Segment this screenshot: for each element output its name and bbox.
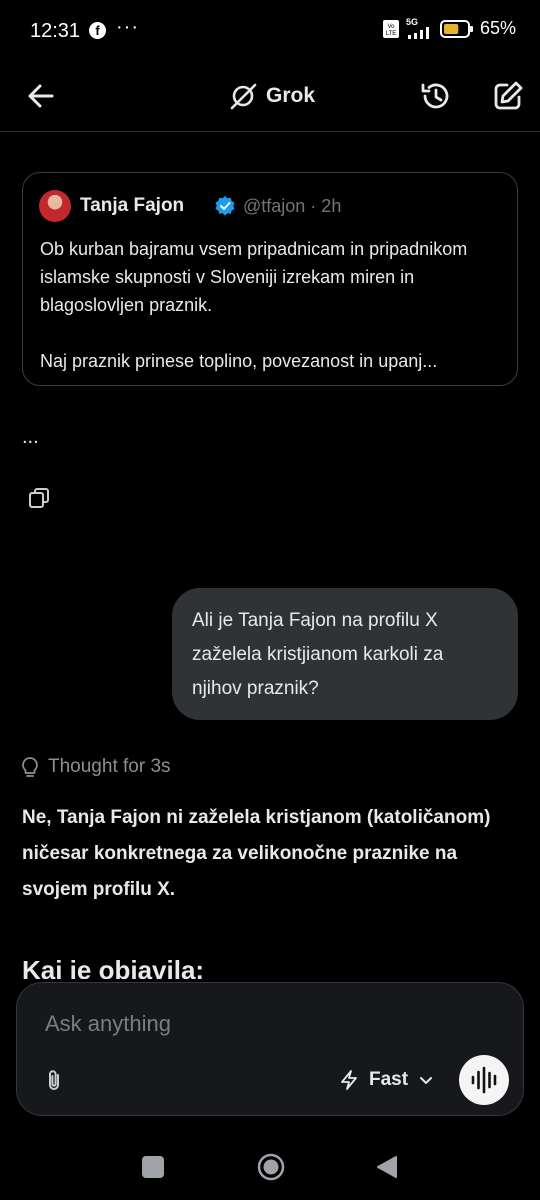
user-message-bubble[interactable]: Ali je Tanja Fajon na profilu X zaželela… xyxy=(172,588,518,720)
signal-group: 5G xyxy=(406,18,434,39)
message-input[interactable]: Ask anything xyxy=(45,1011,171,1037)
back-button[interactable] xyxy=(22,76,62,116)
collapsed-marker[interactable]: ... xyxy=(22,426,39,449)
post-text: Ob kurban bajramu vsem pripadnicam in pr… xyxy=(40,239,468,371)
status-right: Vo LTE 5G 65% xyxy=(382,18,516,39)
response-answer: Ne, Tanja Fajon ni zaželela kristjanom (… xyxy=(22,807,491,900)
new-chat-button[interactable] xyxy=(488,76,528,116)
top-bar: Grok xyxy=(0,62,540,132)
voice-mode-button[interactable] xyxy=(459,1055,509,1105)
signal-bars-icon xyxy=(407,27,429,39)
home-circle-icon xyxy=(257,1153,285,1181)
grok-logo-icon xyxy=(230,83,257,110)
svg-text:LTE: LTE xyxy=(386,31,397,37)
back-arrow-icon xyxy=(28,84,54,108)
thought-label: Thought for 3s xyxy=(48,756,171,777)
mode-selector[interactable]: Fast xyxy=(339,1065,434,1095)
lightbulb-icon xyxy=(22,757,38,777)
system-nav-bar xyxy=(0,1130,540,1200)
home-button[interactable] xyxy=(256,1152,286,1182)
copy-button[interactable] xyxy=(27,486,51,510)
quoted-post-card[interactable]: Tanja Fajon @tfajon · 2h Ob kurban bajra… xyxy=(22,172,518,386)
compose-icon xyxy=(494,81,523,110)
copy-icon xyxy=(29,488,49,508)
volte-icon: Vo LTE xyxy=(382,19,399,38)
composer[interactable]: Ask anything Fast xyxy=(16,982,524,1116)
chevron-down-icon xyxy=(420,1077,433,1084)
thought-indicator[interactable]: Thought for 3s xyxy=(20,756,171,778)
attach-button[interactable] xyxy=(41,1067,67,1093)
avatar[interactable] xyxy=(39,190,71,222)
page-title: Grok xyxy=(266,84,316,107)
header-title-group: Grok xyxy=(228,78,315,114)
battery-icon xyxy=(439,19,473,38)
svg-text:Vo: Vo xyxy=(387,24,395,30)
lightning-icon xyxy=(341,1070,357,1090)
paperclip-icon xyxy=(49,1070,59,1090)
history-icon xyxy=(421,83,449,109)
facebook-icon: f xyxy=(89,22,106,39)
triangle-back-icon xyxy=(377,1156,397,1178)
status-bar: 12:31 f ··· Vo LTE 5G 65% xyxy=(0,0,540,62)
system-back-button[interactable] xyxy=(374,1152,400,1182)
status-time: 12:31 xyxy=(30,20,81,42)
verified-badge-icon xyxy=(215,196,235,216)
author-name: Tanja Fajon xyxy=(80,195,185,216)
mode-label: Fast xyxy=(369,1069,409,1090)
waveform-icon xyxy=(471,1066,497,1094)
recents-button[interactable] xyxy=(142,1156,164,1178)
history-button[interactable] xyxy=(416,76,456,116)
author-handle-time: @tfajon · 2h xyxy=(243,196,342,216)
battery-percent: 65% xyxy=(479,18,516,38)
status-more-dots: ··· xyxy=(116,16,139,38)
network-label: 5G xyxy=(405,17,418,27)
response-subheading: Kaj je objavila: xyxy=(22,955,205,979)
